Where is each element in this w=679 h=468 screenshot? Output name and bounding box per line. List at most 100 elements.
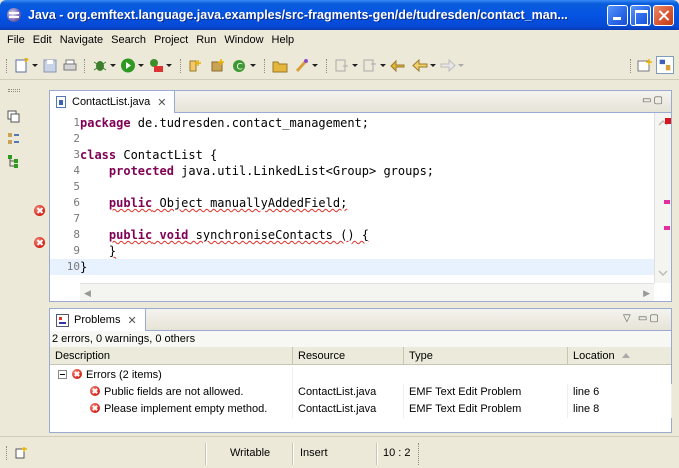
back-dropdown-icon[interactable] — [430, 64, 436, 67]
menu-file[interactable]: File — [3, 34, 29, 46]
problems-tab-bar: Problems ✕ ▽ ▭▢ — [50, 309, 671, 331]
tab-contactlist-java[interactable]: ContactList.java ✕ — [50, 91, 175, 113]
previous-annotation-icon[interactable] — [362, 58, 378, 73]
error-marker-icon[interactable] — [34, 237, 45, 248]
collapse-icon[interactable] — [58, 370, 67, 379]
location-label: Location — [573, 350, 615, 362]
column-header-type[interactable]: Type — [404, 347, 568, 365]
new-package-icon[interactable] — [210, 58, 226, 73]
next-annotation-dropdown-icon[interactable] — [352, 64, 358, 67]
line-number: 3 — [73, 148, 80, 161]
code-text: package de.tudresden.contact_management; — [80, 116, 369, 130]
forward-dropdown-icon[interactable] — [458, 64, 464, 67]
column-header-location[interactable]: Location — [568, 347, 672, 365]
new-icon[interactable] — [14, 58, 30, 73]
table-row[interactable]: Please implement empty method. ContactLi… — [50, 401, 672, 418]
tree-group-row[interactable]: Errors (2 items) — [50, 367, 671, 384]
svg-text:C: C — [237, 63, 243, 73]
search-icon[interactable] — [294, 58, 310, 73]
tab-close-icon[interactable]: ✕ — [157, 96, 166, 109]
menu-navigate[interactable]: Navigate — [56, 34, 107, 46]
minimize-button[interactable] — [607, 4, 628, 26]
title-bar[interactable]: Java - org.emftext.language.java.example… — [0, 0, 679, 30]
code-line: 1 package de.tudresden.contact_managemen… — [50, 115, 654, 131]
code-line: 9 } — [50, 243, 654, 259]
group-cell: Errors (2 items) — [50, 367, 293, 384]
line-number: 4 — [73, 164, 80, 177]
code-text: protected java.util.LinkedList<Group> gr… — [108, 164, 435, 178]
column-header-resource[interactable]: Resource — [293, 347, 404, 365]
tab-close-icon[interactable]: ✕ — [127, 314, 136, 327]
new-class-dropdown-icon[interactable] — [250, 64, 256, 67]
menu-run[interactable]: Run — [192, 34, 220, 46]
java-file-icon — [56, 96, 66, 108]
code-area[interactable]: 1 package de.tudresden.contact_managemen… — [50, 113, 671, 283]
back-icon[interactable] — [412, 58, 428, 73]
description-cell: Please implement empty method. — [50, 401, 293, 418]
table-row[interactable]: Public fields are not allowed. ContactLi… — [50, 384, 672, 401]
error-icon — [90, 403, 100, 413]
external-tools-icon[interactable] — [148, 58, 164, 73]
search-dropdown-icon[interactable] — [312, 64, 318, 67]
description-cell: Public fields are not allowed. — [50, 384, 293, 401]
run-icon[interactable] — [120, 58, 136, 73]
scroll-right-icon[interactable]: ▶ — [643, 289, 650, 299]
status-grip[interactable] — [6, 446, 8, 460]
previous-annotation-dropdown-icon[interactable] — [380, 64, 386, 67]
debug-icon[interactable] — [92, 58, 108, 73]
code-text: } — [80, 260, 88, 274]
menu-help[interactable]: Help — [268, 34, 299, 46]
column-header-description[interactable]: Description — [50, 347, 293, 365]
next-annotation-icon[interactable] — [334, 58, 350, 73]
hierarchy-icon[interactable] — [7, 154, 20, 168]
menu-search[interactable]: Search — [107, 34, 150, 46]
menu-edit[interactable]: Edit — [29, 34, 56, 46]
error-icon — [90, 386, 100, 396]
menu-window[interactable]: Window — [220, 34, 267, 46]
type-cell: EMF Text Edit Problem — [404, 384, 568, 401]
main-toolbar: C — [0, 50, 679, 80]
external-tools-dropdown-icon[interactable] — [166, 64, 172, 67]
java-perspective-icon[interactable] — [656, 56, 674, 74]
overview-ruler-mark[interactable] — [664, 200, 670, 204]
editor-minimize-maximize-icon[interactable]: ▭▢ — [642, 95, 665, 106]
code-line: 4 protected java.util.LinkedList<Group> … — [50, 163, 654, 179]
open-type-icon[interactable] — [272, 58, 288, 73]
code-text: class ContactList { — [80, 148, 218, 162]
eclipse-icon — [6, 7, 22, 23]
print-icon[interactable] — [62, 58, 78, 73]
menu-project[interactable]: Project — [150, 34, 192, 46]
forward-icon[interactable] — [440, 58, 456, 73]
maximize-button[interactable] — [630, 4, 651, 26]
save-icon[interactable] — [42, 58, 58, 73]
code-text: public Object manuallyAddedField; — [108, 196, 348, 210]
error-overview-indicator[interactable] — [665, 118, 671, 124]
open-perspective-icon[interactable] — [637, 58, 653, 73]
close-button[interactable] — [653, 4, 674, 26]
view-menu-icon[interactable]: ▽ ▭▢ — [623, 313, 661, 324]
package-explorer-icon[interactable] — [7, 132, 20, 146]
minimize-icon — [608, 6, 627, 25]
new-java-project-icon[interactable] — [188, 58, 204, 73]
restore-view-icon[interactable] — [7, 110, 20, 123]
trim-grip[interactable] — [8, 89, 20, 92]
editor-horizontal-scrollbar[interactable]: ◀ ▶ — [80, 283, 654, 301]
new-dropdown-icon[interactable] — [32, 64, 38, 67]
overview-ruler-mark[interactable] — [664, 226, 670, 230]
tab-problems[interactable]: Problems ✕ — [50, 309, 146, 331]
fast-view-icon[interactable] — [14, 446, 28, 460]
group-label: Errors (2 items) — [86, 369, 162, 381]
code-line-error: 6 public Object manuallyAddedField; — [50, 195, 654, 211]
scroll-left-icon[interactable]: ◀ — [84, 289, 91, 299]
debug-dropdown-icon[interactable] — [110, 64, 116, 67]
run-dropdown-icon[interactable] — [138, 64, 144, 67]
editor-tab-bar: ContactList.java ✕ ▭▢ — [50, 91, 671, 113]
type-cell: EMF Text Edit Problem — [404, 401, 568, 418]
editor-vertical-scrollbar[interactable] — [654, 113, 671, 283]
problems-icon — [56, 313, 69, 327]
scroll-down-icon[interactable] — [658, 269, 668, 277]
error-marker-icon[interactable] — [34, 205, 45, 216]
toolbar-grip[interactable] — [6, 59, 8, 73]
new-class-icon[interactable]: C — [232, 58, 248, 73]
last-edit-location-icon[interactable] — [390, 58, 406, 73]
